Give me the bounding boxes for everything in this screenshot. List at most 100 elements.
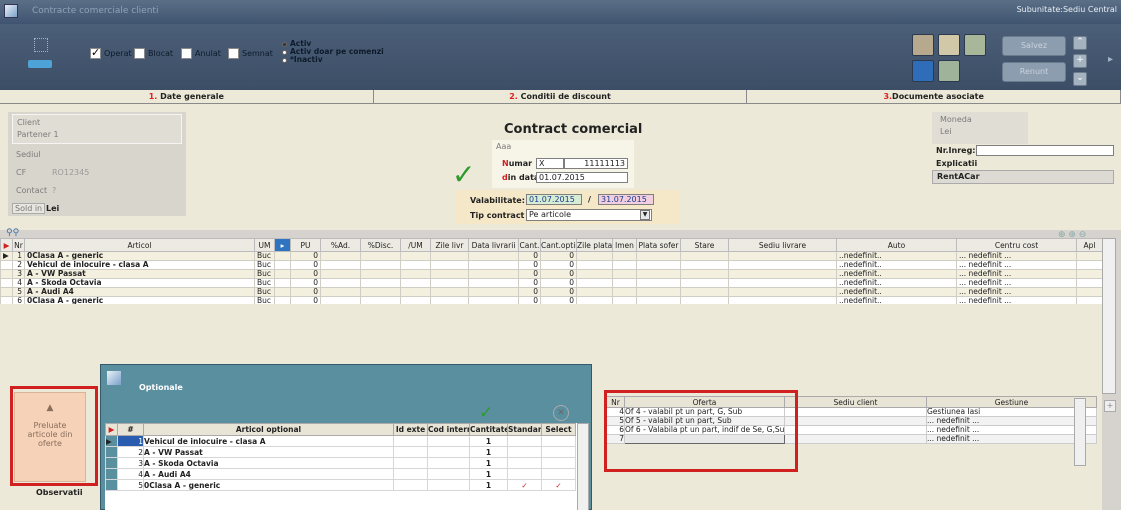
col-cant-optim[interactable]: Cant.optim bbox=[540, 238, 577, 252]
ok-check-icon[interactable]: ✓ bbox=[479, 403, 493, 423]
opt-cell-cod-intern[interactable] bbox=[427, 435, 470, 447]
opt-cell-id-ext[interactable] bbox=[393, 457, 428, 469]
col-pu[interactable]: PU bbox=[290, 238, 321, 252]
cell-empty[interactable] bbox=[1076, 287, 1103, 297]
cancel-button[interactable]: Renunt bbox=[1002, 62, 1066, 82]
tree-icon[interactable] bbox=[34, 38, 48, 52]
cell-empty[interactable] bbox=[728, 251, 837, 261]
tip-contract-select[interactable]: Pe articole bbox=[526, 209, 652, 221]
col-apl[interactable]: Apl bbox=[1076, 238, 1103, 252]
oferta-cell-gestiune[interactable]: ... nedefinit ... bbox=[926, 434, 1097, 444]
opt-cell-articol[interactable]: A - Skoda Octavia bbox=[143, 457, 394, 469]
cell-empty[interactable] bbox=[1076, 260, 1103, 270]
col-cant[interactable]: Cant. bbox=[518, 238, 541, 252]
cell-empty[interactable] bbox=[320, 287, 361, 297]
cell-empty[interactable] bbox=[430, 251, 469, 261]
cell-empty[interactable] bbox=[468, 251, 519, 261]
opt-cell-select[interactable] bbox=[541, 446, 576, 458]
up-button[interactable]: ⌃ bbox=[1073, 36, 1087, 50]
cell-cant-optim[interactable]: 0 bbox=[540, 278, 577, 288]
opt-cell-standard[interactable] bbox=[507, 446, 542, 458]
cell-nr[interactable]: 5 bbox=[12, 287, 25, 297]
cell-um[interactable]: Buc bbox=[254, 278, 275, 288]
cell-empty[interactable] bbox=[430, 269, 469, 279]
cell-empty[interactable] bbox=[1076, 269, 1103, 279]
cell-auto[interactable]: ..nedefinit.. bbox=[836, 251, 957, 261]
cell-cost[interactable]: ... nedefinit ... bbox=[956, 251, 1077, 261]
operat-checkbox[interactable]: Operat bbox=[90, 46, 132, 59]
col-stare[interactable]: Stare bbox=[680, 238, 729, 252]
cell-empty[interactable] bbox=[360, 251, 401, 261]
sold-in-button[interactable]: Sold in bbox=[12, 203, 46, 214]
search-icon[interactable]: ⚲⚲ bbox=[6, 228, 19, 238]
opt-cell-cantitate[interactable]: 1 bbox=[469, 446, 508, 458]
opt-col-nr[interactable]: # bbox=[117, 423, 144, 436]
cell-articol[interactable]: A - Skoda Octavia bbox=[24, 278, 255, 288]
col-articol[interactable]: Articol bbox=[24, 238, 255, 252]
cell-pu[interactable]: 0 bbox=[290, 287, 321, 297]
cell-pu[interactable]: 0 bbox=[290, 251, 321, 261]
row-marker[interactable] bbox=[105, 446, 118, 458]
cell-empty[interactable] bbox=[400, 278, 431, 288]
dropdown-arrow-icon[interactable]: ▼ bbox=[640, 210, 650, 220]
opt-cell-id-ext[interactable] bbox=[393, 468, 428, 480]
expand-arrow-icon[interactable]: ▸ bbox=[1108, 54, 1113, 65]
folder-icon[interactable] bbox=[964, 34, 986, 56]
cell-empty[interactable] bbox=[320, 251, 361, 261]
opt-cell-nr[interactable]: 2 bbox=[117, 446, 144, 458]
cell-empty[interactable] bbox=[680, 287, 729, 297]
cell-cost[interactable]: ... nedefinit ... bbox=[956, 287, 1077, 297]
cell-empty[interactable] bbox=[430, 287, 469, 297]
table-row[interactable]: ▶ 1 0Clasa A - generic Buc 0 0 0 ..nedefinit...… bbox=[0, 251, 1103, 261]
opt-col-cod-intern[interactable]: Cod intern bbox=[427, 423, 470, 436]
cell-nr[interactable]: 4 bbox=[12, 278, 25, 288]
cell-empty[interactable] bbox=[680, 260, 729, 270]
client-box[interactable]: Client Partener 1 bbox=[12, 114, 182, 144]
cell-empty[interactable] bbox=[430, 278, 469, 288]
cell-cant-optim[interactable]: 0 bbox=[540, 287, 577, 297]
col-lmen[interactable]: lmen bbox=[612, 238, 637, 252]
cell-empty[interactable] bbox=[680, 278, 729, 288]
col-sediu-livrare[interactable]: Sediu livrare bbox=[728, 238, 837, 252]
oferta-cell-gestiune[interactable]: ... nedefinit ... bbox=[926, 416, 1097, 426]
cell-empty[interactable] bbox=[576, 251, 613, 261]
cell-empty[interactable] bbox=[612, 278, 637, 288]
cell-pu[interactable]: 0 bbox=[290, 269, 321, 279]
cell-cant[interactable]: 0 bbox=[518, 269, 541, 279]
table-row[interactable]: 3A - VW Passat Buc 0 0 0 ..nedefinit..... ned… bbox=[0, 269, 1103, 279]
optionale-row[interactable]: 3A - Skoda Octavia 1 bbox=[105, 457, 576, 469]
oferte-scrollbar[interactable] bbox=[1074, 398, 1086, 466]
opt-cell-select[interactable] bbox=[541, 435, 576, 447]
cell-empty[interactable] bbox=[400, 260, 431, 270]
moneda-box[interactable]: Moneda Lei bbox=[932, 112, 1028, 144]
cell-um[interactable]: Buc bbox=[254, 269, 275, 279]
semnat-check-box[interactable] bbox=[228, 48, 239, 59]
cell-cant[interactable]: 0 bbox=[518, 287, 541, 297]
cell-articol[interactable]: Vehicul de inlocuire - clasa A bbox=[24, 260, 255, 270]
cell-empty[interactable] bbox=[612, 251, 637, 261]
cell-empty[interactable] bbox=[728, 269, 837, 279]
cell-empty[interactable] bbox=[274, 278, 291, 288]
opt-cell-id-ext[interactable] bbox=[393, 479, 428, 491]
cell-empty[interactable] bbox=[360, 287, 401, 297]
opt-cell-articol[interactable]: 0Clasa A - generic bbox=[143, 479, 394, 491]
cell-pu[interactable]: 0 bbox=[290, 260, 321, 270]
cell-um[interactable]: Buc bbox=[254, 260, 275, 270]
cell-empty[interactable] bbox=[0, 287, 13, 297]
oferta-cell-sediu[interactable] bbox=[784, 407, 927, 417]
cell-cant-optim[interactable]: 0 bbox=[540, 260, 577, 270]
opt-col-id-ext[interactable]: Id exte bbox=[393, 423, 428, 436]
col-zile-livr[interactable]: Zile livr bbox=[430, 238, 469, 252]
row-marker[interactable] bbox=[105, 457, 118, 469]
optionale-scrollbar[interactable] bbox=[577, 423, 589, 510]
opt-cell-cod-intern[interactable] bbox=[427, 479, 470, 491]
confirm-check-icon[interactable]: ✓ bbox=[452, 158, 475, 191]
cell-cant[interactable]: 0 bbox=[518, 251, 541, 261]
opt-cell-standard[interactable] bbox=[507, 457, 542, 469]
cell-empty[interactable] bbox=[576, 287, 613, 297]
col-plata-sofer[interactable]: Plata sofer bbox=[636, 238, 681, 252]
of-col-sediu[interactable]: Sediu client bbox=[784, 396, 927, 408]
cell-empty[interactable] bbox=[360, 269, 401, 279]
grid-scrollbar[interactable] bbox=[1102, 238, 1116, 394]
opt-col-standard[interactable]: Standard bbox=[507, 423, 542, 436]
